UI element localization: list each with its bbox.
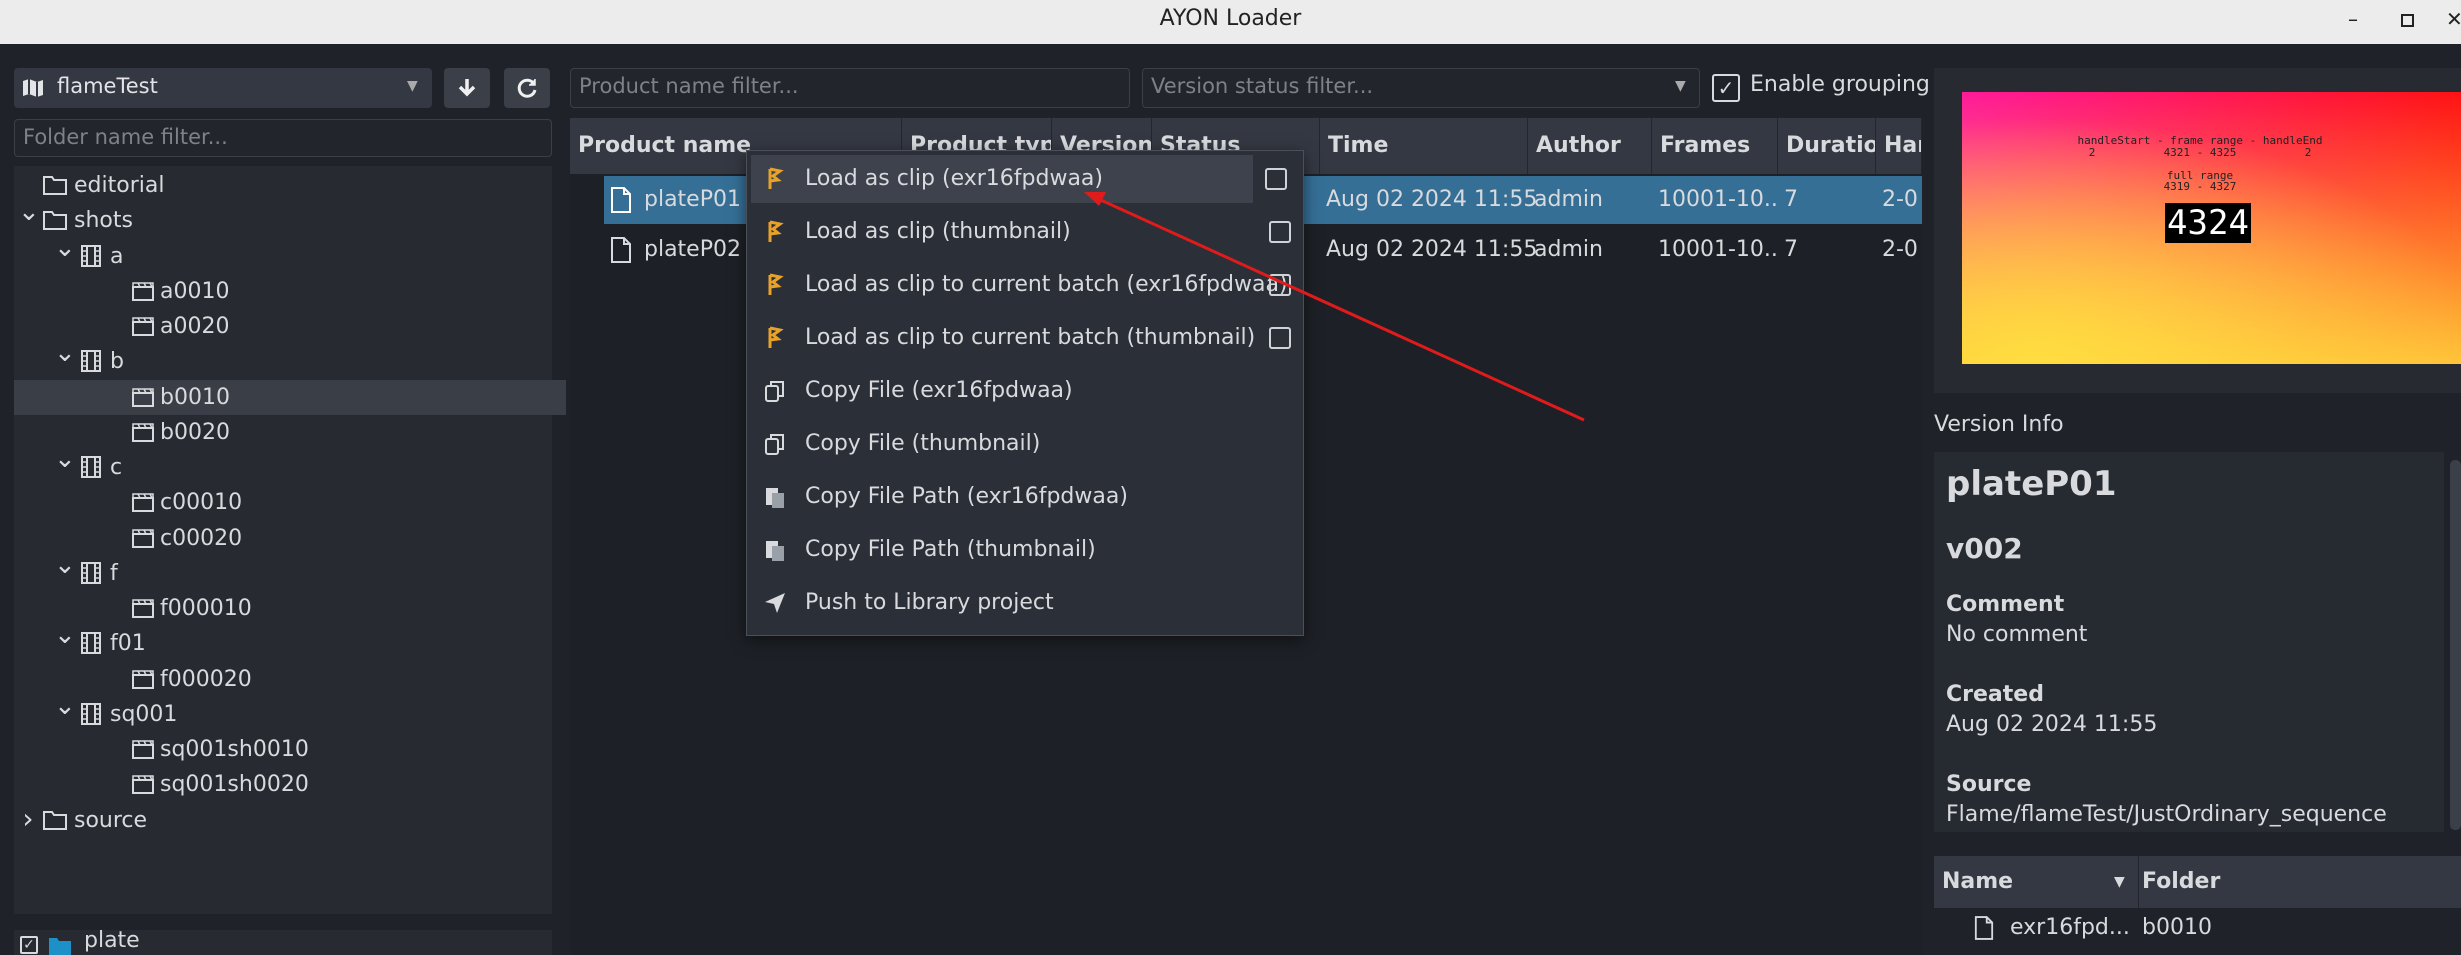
annotation-arrow xyxy=(1084,192,1585,422)
